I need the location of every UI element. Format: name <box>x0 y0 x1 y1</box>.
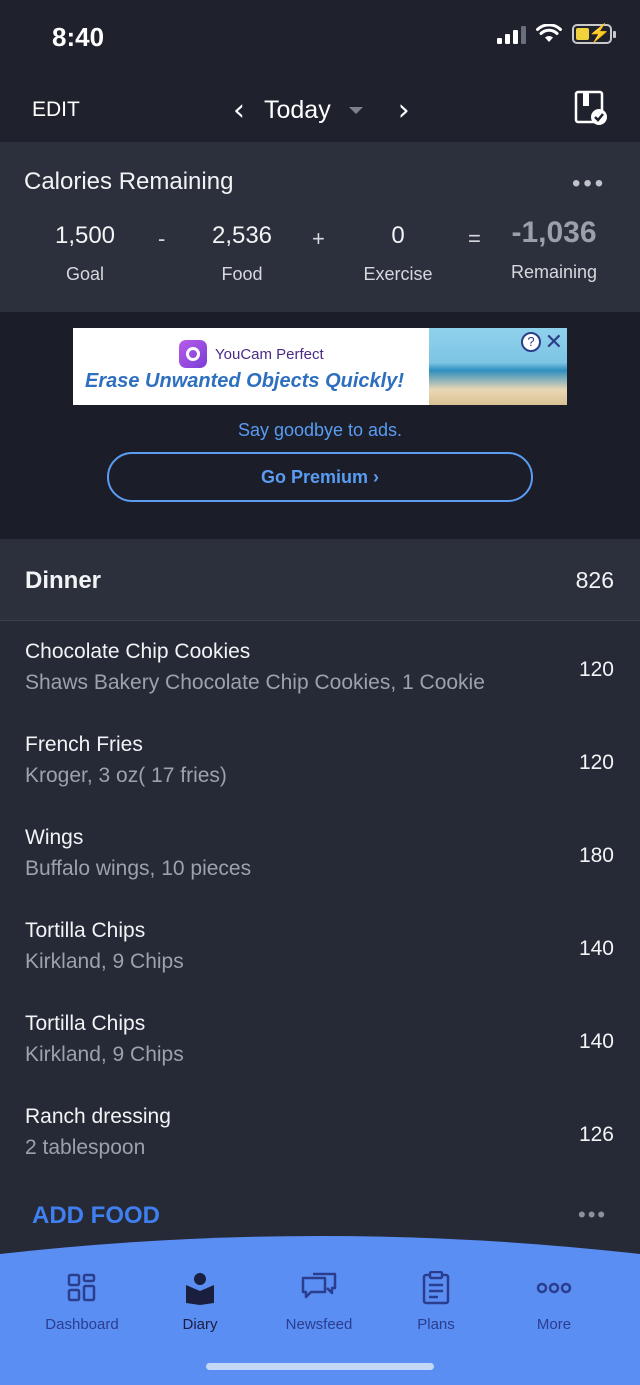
tab-more[interactable]: More <box>495 1268 613 1333</box>
caret-down-icon[interactable] <box>348 106 363 114</box>
food-entry[interactable]: Tortilla Chips Kirkland, 9 Chips 140 <box>0 901 640 994</box>
status-time: 8:40 <box>52 22 105 52</box>
tab-newsfeed[interactable]: Newsfeed <box>260 1268 378 1333</box>
status-icons: ⚡ <box>497 23 616 44</box>
tab-label: Dashboard <box>45 1316 119 1333</box>
calories-more-icon[interactable]: ••• <box>572 170 606 198</box>
ad-area: YouCam Perfect Erase Unwanted Objects Qu… <box>0 312 640 539</box>
goal-value: 1,500 <box>54 222 116 249</box>
food-description: Kirkland, 9 Chips <box>25 1043 184 1066</box>
food-description: Kirkland, 9 Chips <box>25 950 184 973</box>
ad-close-icon[interactable]: ✕ <box>545 329 563 355</box>
food-entry[interactable]: Tortilla Chips Kirkland, 9 Chips 140 <box>0 994 640 1087</box>
food-description: Shaws Bakery Chocolate Chip Cookies, 1 C… <box>25 671 485 694</box>
food-entry[interactable]: Ranch dressing 2 tablespoon 126 <box>0 1087 640 1180</box>
food-entry[interactable]: Chocolate Chip Cookies Shaws Bakery Choc… <box>0 622 640 715</box>
meal-header: Dinner 826 <box>0 539 640 621</box>
food-calories: 126 <box>578 1123 614 1146</box>
food-name: Chocolate Chip Cookies <box>25 640 251 663</box>
status-bar: 8:40 ⚡ <box>0 0 640 78</box>
tab-label: Newsfeed <box>285 1316 353 1333</box>
go-premium-button[interactable]: Go Premium › <box>107 452 533 502</box>
chevron-left-icon[interactable]: ‹ <box>228 93 250 128</box>
food-name: French Fries <box>25 733 143 756</box>
tab-label: More <box>536 1316 572 1333</box>
remaining-label: Remaining <box>510 262 598 282</box>
newsfeed-chat-icon <box>260 1268 378 1308</box>
tab-dashboard[interactable]: Dashboard <box>23 1268 141 1333</box>
date-label[interactable]: Today <box>264 96 331 125</box>
more-dots-icon <box>495 1268 613 1308</box>
date-navigator: ‹ Today › <box>228 88 415 132</box>
plans-clipboard-icon <box>377 1268 495 1308</box>
tab-label: Plans <box>417 1316 455 1333</box>
calories-title: Calories Remaining <box>24 168 234 195</box>
ad-headline: Erase Unwanted Objects Quickly! <box>85 370 404 392</box>
wifi-icon <box>536 24 562 42</box>
remaining-value: -1,036 <box>511 216 597 249</box>
remaining-stat: -1,036 Remaining <box>496 216 612 283</box>
tab-label: Diary <box>182 1316 218 1333</box>
food-name: Ranch dressing <box>25 1105 171 1128</box>
tab-plans[interactable]: Plans <box>377 1268 495 1333</box>
food-calories: 120 <box>578 658 614 681</box>
meal-more-icon[interactable]: ••• <box>578 1202 607 1228</box>
ad-banner[interactable]: YouCam Perfect Erase Unwanted Objects Qu… <box>73 328 567 405</box>
food-stat: 2,536 Food <box>192 222 292 285</box>
signal-icon <box>497 24 526 44</box>
diary-book-icon <box>141 1268 259 1308</box>
goal-stat: 1,500 Goal <box>35 222 135 285</box>
ad-brand: YouCam Perfect <box>215 345 324 363</box>
battery-charging-icon: ⚡ <box>572 23 616 44</box>
food-name: Tortilla Chips <box>25 919 146 942</box>
edit-button[interactable]: EDIT <box>32 98 80 122</box>
food-calories: 120 <box>578 751 614 774</box>
food-name: Tortilla Chips <box>25 1012 146 1035</box>
food-calories: 140 <box>578 937 614 960</box>
equals-operator: = <box>468 226 481 251</box>
calories-remaining-card: Calories Remaining ••• 1,500 Goal - 2,53… <box>0 142 640 312</box>
youcam-logo-icon <box>179 340 207 368</box>
goal-label: Goal <box>65 264 105 284</box>
food-calories: 140 <box>578 1030 614 1053</box>
meal-title: Dinner <box>25 567 102 594</box>
food-label: Food <box>221 264 263 284</box>
food-value: 2,536 <box>211 222 273 249</box>
ad-tagline: Say goodbye to ads. <box>237 420 403 440</box>
food-calories: 180 <box>578 844 614 867</box>
ad-brand-row: YouCam Perfect <box>179 340 324 368</box>
diary-header: EDIT ‹ Today › <box>0 78 640 142</box>
food-description: Kroger, 3 oz( 17 fries) <box>25 764 227 787</box>
exercise-value: 0 <box>391 222 405 249</box>
dashboard-grid-icon <box>23 1268 141 1308</box>
ad-help-icon[interactable]: ? <box>521 332 541 352</box>
plus-operator: + <box>312 226 325 251</box>
food-name: Wings <box>25 826 84 849</box>
exercise-stat: 0 Exercise <box>348 222 448 285</box>
calendar-check-icon[interactable] <box>574 90 608 126</box>
chevron-right-icon[interactable]: › <box>393 93 415 128</box>
add-food-button[interactable]: ADD FOOD <box>32 1202 160 1230</box>
minus-operator: - <box>158 226 166 251</box>
food-description: 2 tablespoon <box>25 1136 146 1159</box>
exercise-label: Exercise <box>363 264 433 284</box>
food-list: Chocolate Chip Cookies Shaws Bakery Choc… <box>0 622 640 1180</box>
food-description: Buffalo wings, 10 pieces <box>25 857 252 880</box>
tab-diary[interactable]: Diary <box>141 1268 259 1333</box>
food-entry[interactable]: French Fries Kroger, 3 oz( 17 fries) 120 <box>0 715 640 808</box>
food-entry[interactable]: Wings Buffalo wings, 10 pieces 180 <box>0 808 640 901</box>
home-indicator[interactable] <box>206 1363 434 1370</box>
meal-total: 826 <box>575 567 614 593</box>
